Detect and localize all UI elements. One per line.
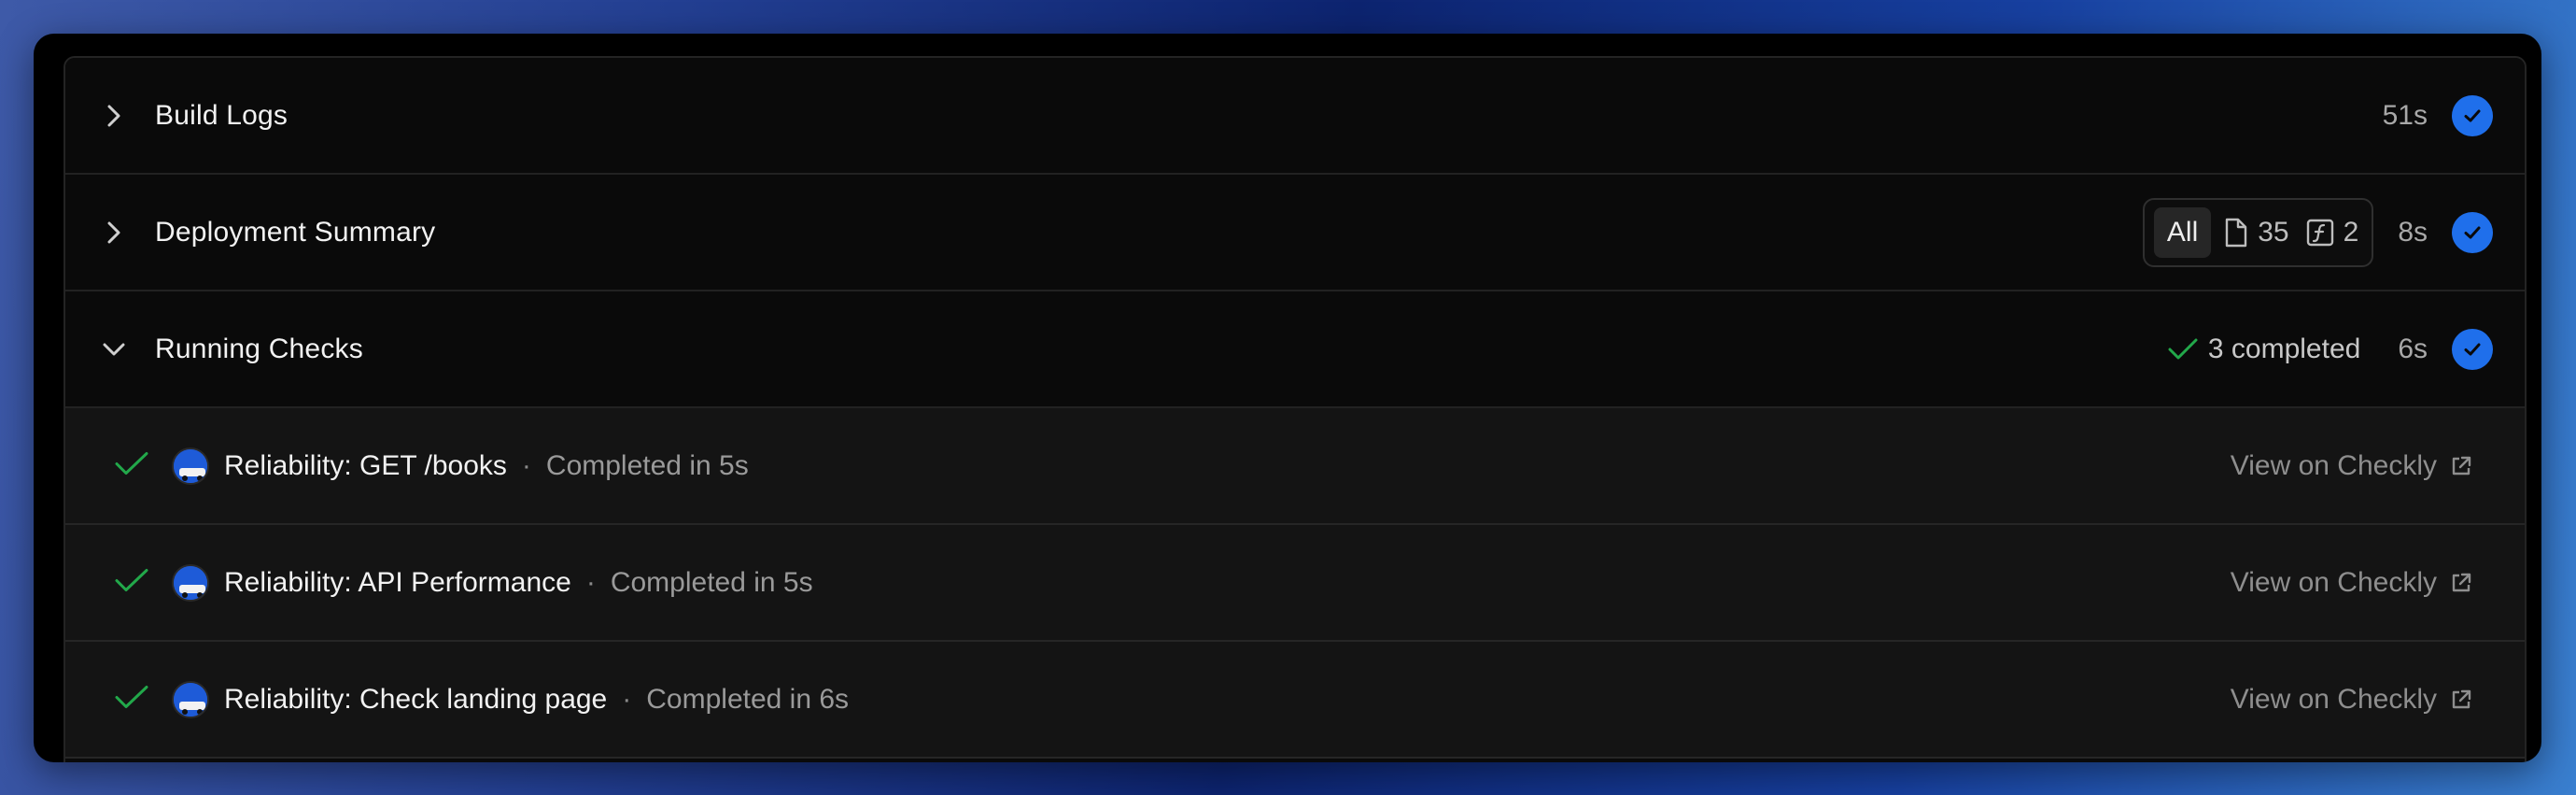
filter-all-button[interactable]: All — [2153, 206, 2212, 258]
separator-dot: · — [585, 566, 596, 598]
filter-static-button[interactable]: 35 — [2224, 216, 2289, 248]
deployment-panel: Build Logs 51s Deployment Summary All 35 — [63, 56, 2527, 762]
view-on-checkly-link[interactable]: View on Checkly — [2231, 684, 2472, 716]
section-meta: All 35 2 8s — [2142, 175, 2493, 290]
checks-completed: 3 completed — [2167, 334, 2360, 365]
check-name: Reliability: API Performance — [224, 566, 571, 598]
checkly-avatar — [172, 680, 209, 718]
check-icon — [114, 683, 149, 716]
section-meta: 51s — [2383, 58, 2493, 173]
check-status: Completed in 5s — [545, 449, 749, 481]
external-link-icon — [2452, 573, 2471, 591]
check-row: Reliability: GET /books · Completed in 5… — [65, 408, 2525, 525]
duration: 8s — [2398, 216, 2428, 248]
check-circle-icon — [2452, 328, 2493, 370]
check-icon — [114, 566, 149, 599]
section-title: Deployment Summary — [155, 216, 436, 248]
check-row: Reliability: API Performance · Completed… — [65, 525, 2525, 642]
section-deployment-summary[interactable]: Deployment Summary All 35 2 8s — [65, 175, 2525, 291]
check-circle-icon — [2452, 211, 2493, 253]
check-circle-icon — [2452, 94, 2493, 136]
function-count: 2 — [2343, 216, 2359, 248]
check-info: Reliability: API Performance · Completed… — [224, 567, 813, 599]
check-status: Completed in 6s — [646, 683, 850, 715]
section-title: Build Logs — [155, 99, 289, 131]
separator-dot: · — [521, 449, 531, 481]
section-meta: 3 completed 6s — [2167, 291, 2493, 406]
checkly-avatar — [172, 447, 209, 485]
link-label: View on Checkly — [2230, 683, 2437, 715]
section-running-checks[interactable]: Running Checks 3 completed 6s — [65, 291, 2525, 408]
checkly-avatar — [172, 563, 209, 602]
external-link-icon — [2452, 456, 2471, 475]
resource-filter: All 35 2 — [2142, 197, 2374, 267]
file-icon — [2226, 218, 2247, 247]
check-name: Reliability: Check landing page — [224, 683, 608, 715]
check-info: Reliability: Check landing page · Comple… — [224, 684, 849, 716]
chevron-down-icon[interactable] — [101, 336, 127, 362]
completed-label: 3 completed — [2207, 333, 2361, 364]
view-on-checkly-link[interactable]: View on Checkly — [2231, 567, 2472, 599]
link-label: View on Checkly — [2230, 449, 2437, 481]
duration: 6s — [2398, 333, 2428, 364]
function-icon — [2306, 219, 2333, 246]
separator-dot: · — [622, 683, 632, 715]
section-build-logs[interactable]: Build Logs 51s — [65, 58, 2525, 175]
chevron-right-icon[interactable] — [101, 220, 127, 246]
check-name: Reliability: GET /books — [224, 449, 507, 481]
view-on-checkly-link[interactable]: View on Checkly — [2231, 450, 2472, 482]
app-window: Build Logs 51s Deployment Summary All 35 — [34, 34, 2541, 762]
link-label: View on Checkly — [2230, 566, 2437, 598]
filter-functions-button[interactable]: 2 — [2306, 216, 2359, 248]
duration: 51s — [2382, 99, 2428, 131]
chevron-right-icon[interactable] — [101, 103, 127, 129]
check-icon — [2168, 338, 2198, 359]
check-row: Reliability: Check landing page · Comple… — [65, 642, 2525, 759]
external-link-icon — [2452, 689, 2471, 708]
section-title: Running Checks — [155, 333, 363, 364]
check-status: Completed in 5s — [610, 566, 813, 598]
static-count: 35 — [2258, 216, 2289, 248]
check-info: Reliability: GET /books · Completed in 5… — [224, 450, 749, 482]
check-icon — [114, 449, 149, 482]
